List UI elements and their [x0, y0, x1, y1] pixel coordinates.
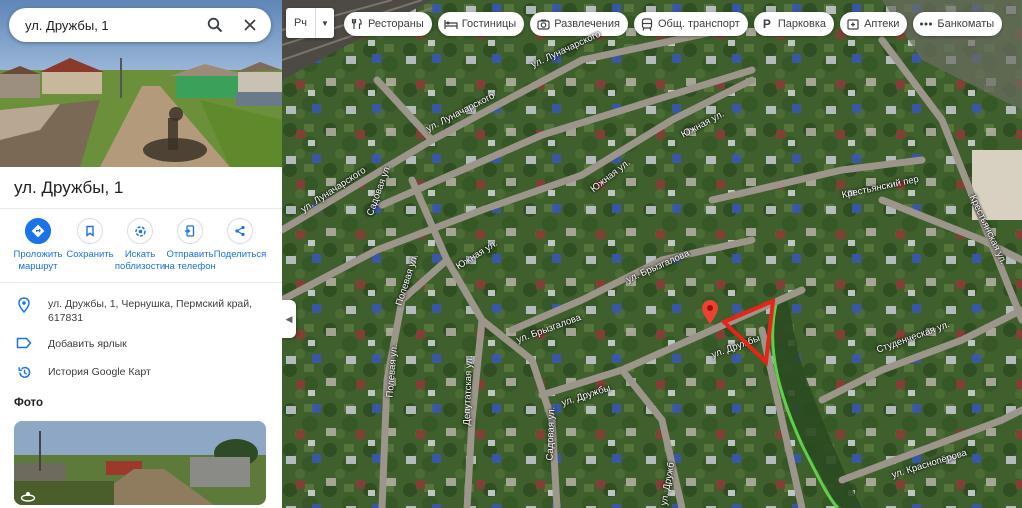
chip-entertainment[interactable]: Развлечения — [530, 12, 628, 36]
search-input[interactable] — [25, 17, 195, 33]
action-buttons: Проложить маршрут Сохранить Искать поблизо… — [0, 218, 282, 273]
place-photo[interactable] — [14, 421, 266, 505]
atm-icon — [919, 17, 933, 31]
place-sidebar: ул. Дружбы, 1 Проложитьмаршрут Сохранить… — [0, 0, 282, 508]
chip-label: Аптеки — [864, 18, 900, 30]
nearby-icon — [127, 218, 153, 244]
history-icon — [0, 365, 48, 380]
search-box[interactable] — [9, 8, 271, 42]
camera-icon — [536, 17, 550, 31]
chip-label: Общ. транспорт — [657, 18, 740, 30]
category-chips: Рестораны Гостиницы Развлечения Общ. тра… — [344, 12, 1008, 36]
hotel-icon — [444, 17, 458, 31]
chip-parking[interactable]: P Парковка — [753, 12, 835, 36]
chip-label: Банкоматы — [937, 18, 995, 30]
location-pin-icon — [0, 297, 48, 313]
nearby-label: Искать поблизости — [114, 249, 166, 272]
chevron-down-icon[interactable]: ▼ — [316, 19, 334, 28]
annotation-triangle — [720, 297, 776, 366]
location-marker-icon[interactable] — [702, 300, 718, 324]
address-text: ул. Дружбы, 1, Чернушка, Пермский край, … — [48, 298, 253, 324]
divider — [0, 282, 282, 283]
nearby-button[interactable]: Искать поблизости — [115, 218, 165, 273]
satellite-map[interactable]: ◀ Рч ▼ Рестораны Гостиницы Развлечения О… — [282, 0, 1022, 508]
share-icon — [227, 218, 253, 244]
chip-hotels[interactable]: Гостиницы — [437, 12, 525, 36]
street-view-badge-icon — [20, 489, 36, 502]
map-type-selector[interactable]: Рч ▼ — [286, 8, 334, 38]
chip-atms[interactable]: Банкоматы — [913, 12, 1003, 36]
send-to-phone-label: Отправить на телефон — [164, 249, 216, 272]
directions-icon — [25, 218, 51, 244]
save-button[interactable]: Сохранить — [65, 218, 115, 273]
place-title: ул. Дружбы, 1 — [14, 178, 124, 197]
share-button[interactable]: Поделиться — [213, 218, 267, 273]
share-label: Поделиться — [213, 249, 267, 260]
add-label-text: Добавить ярлык — [48, 338, 127, 350]
close-icon[interactable] — [241, 16, 259, 34]
chip-label: Рестораны — [368, 18, 424, 30]
map-type-label: Рч — [286, 8, 316, 38]
collapse-sidebar-button[interactable]: ◀ — [282, 300, 296, 338]
chip-label: Гостиницы — [461, 18, 517, 30]
chip-transit[interactable]: Общ. транспорт — [633, 12, 748, 36]
maps-history-text: История Google Карт — [48, 366, 151, 378]
satellite-imagery — [282, 0, 1022, 508]
phone-icon — [177, 218, 203, 244]
restaurant-icon — [350, 17, 364, 31]
send-to-phone-button[interactable]: Отправить на телефон — [164, 218, 216, 273]
chip-pharmacies[interactable]: Аптеки — [840, 12, 908, 36]
pharmacy-icon — [846, 17, 860, 31]
transit-icon — [640, 17, 654, 31]
chevron-left-icon: ◀ — [285, 313, 293, 324]
save-label: Сохранить — [66, 249, 114, 260]
search-icon[interactable] — [206, 16, 224, 34]
add-label-row[interactable]: Добавить ярлык — [0, 337, 282, 351]
parking-icon: P — [762, 17, 771, 31]
address-row[interactable]: ул. Дружбы, 1, Чернушка, Пермский край, … — [0, 297, 282, 325]
street-label: Садовая ул. — [544, 406, 558, 461]
directions-button[interactable]: Проложить маршрут — [13, 218, 63, 273]
photos-heading: Фото — [14, 397, 44, 409]
chip-restaurants[interactable]: Рестораны — [344, 12, 432, 36]
directions-label: Проложить маршрут — [13, 249, 63, 272]
chip-label: Развлечения — [554, 18, 620, 30]
chip-label: Парковка — [777, 18, 827, 30]
app-window: ул. Дружбы, 1 Проложитьмаршрут Сохранить… — [0, 0, 1022, 508]
label-icon — [0, 337, 48, 349]
divider — [0, 208, 282, 209]
maps-history-row[interactable]: История Google Карт — [0, 365, 282, 380]
bookmark-icon — [77, 218, 103, 244]
